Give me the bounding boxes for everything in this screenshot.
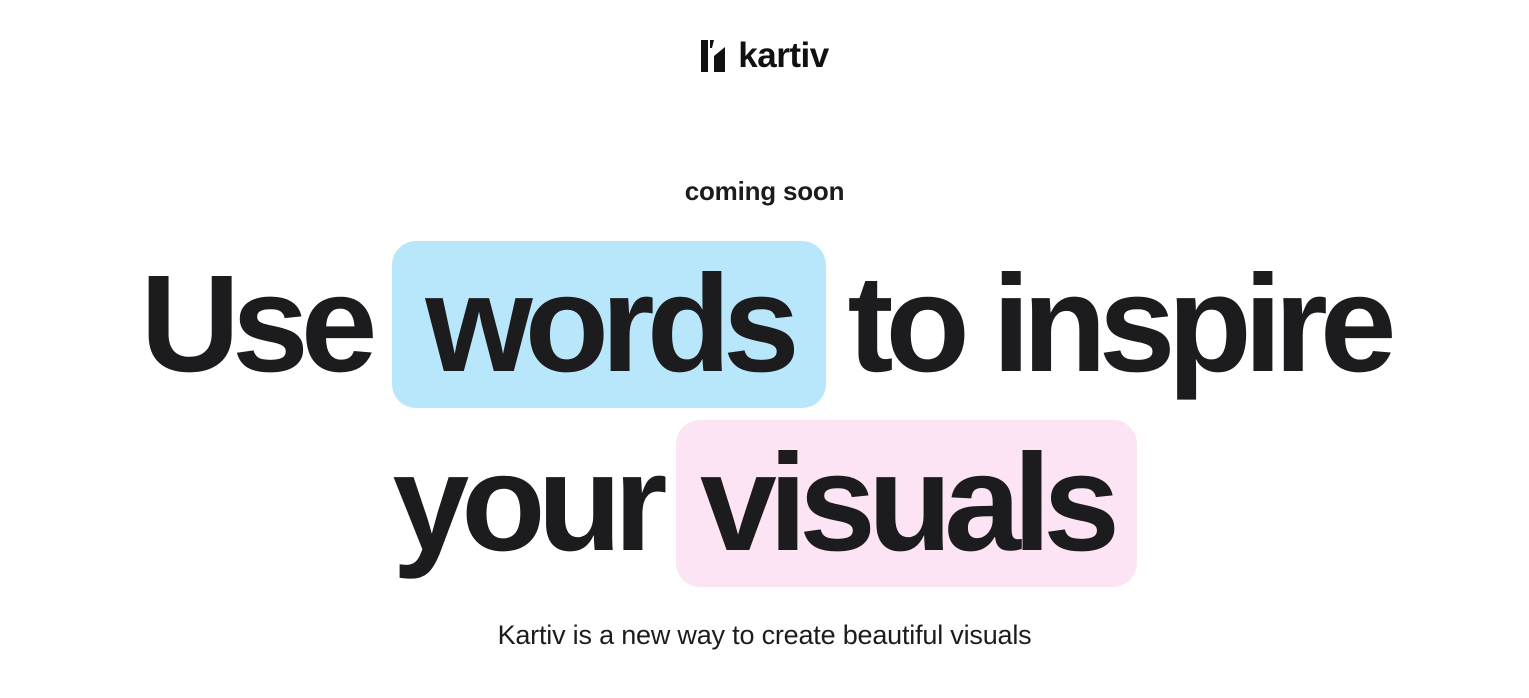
- brand-logo[interactable]: kartiv: [0, 36, 1529, 76]
- hero-subtitle: Kartiv is a new way to create beautiful …: [497, 620, 1032, 650]
- headline-highlight-visuals: visuals: [675, 419, 1137, 587]
- coming-soon-label: coming soon: [684, 176, 845, 206]
- headline-line-1: Use words to inspire: [0, 240, 1529, 408]
- brand-name: kartiv: [738, 36, 829, 75]
- headline-word-use: Use: [140, 247, 377, 401]
- landing-page: kartiv coming soon Use words to inspire …: [0, 0, 1529, 698]
- headline-word-your: your: [392, 426, 667, 580]
- headline-word-words: words: [425, 247, 799, 401]
- headline-word-visuals: visuals: [700, 426, 1120, 580]
- headline-word-to-inspire: to inspire: [847, 247, 1397, 401]
- headline-highlight-words: words: [391, 240, 826, 408]
- kartiv-logo-mark-icon: [701, 40, 726, 72]
- headline-line-2: your visuals: [0, 419, 1529, 587]
